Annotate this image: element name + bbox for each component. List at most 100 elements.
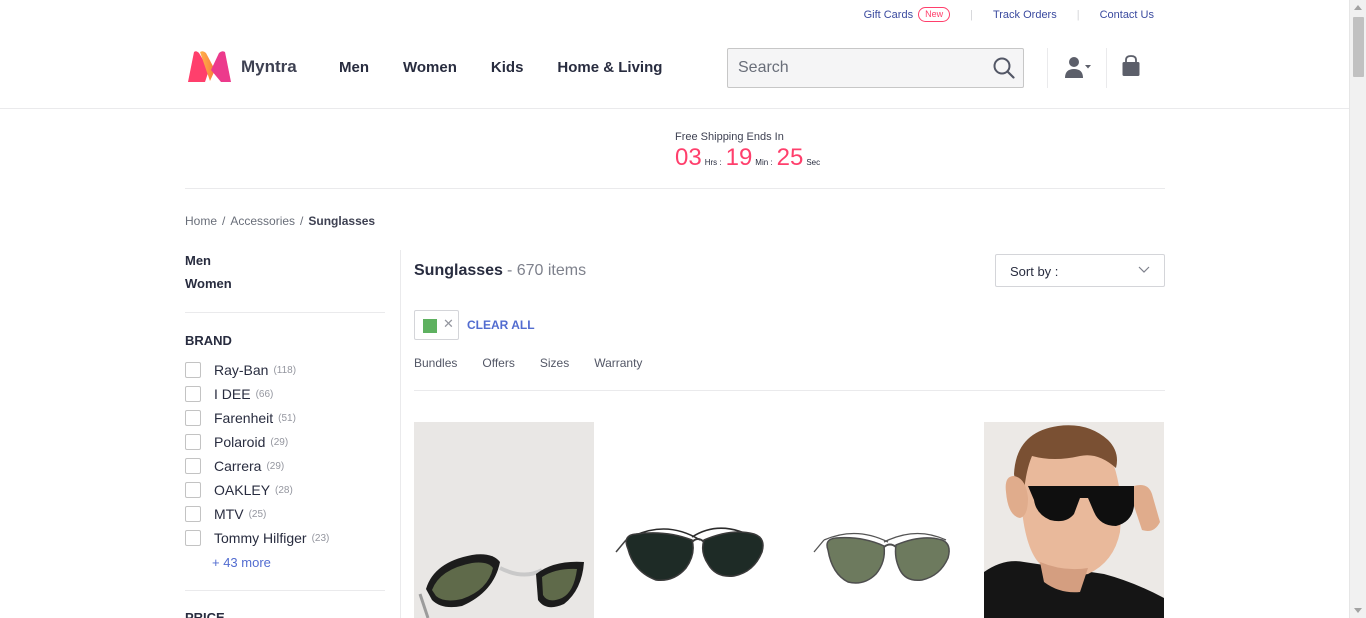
top-divider: | [970, 8, 973, 21]
timer-seconds: 25 [776, 144, 804, 171]
top-divider: | [1076, 8, 1080, 21]
remove-filter-icon[interactable]: ✕ [443, 316, 454, 332]
profile-icon[interactable] [1064, 56, 1094, 80]
brand-checkbox[interactable] [185, 530, 201, 546]
filter-sizes[interactable]: Sizes [540, 356, 569, 370]
price-filter-title: PRICE [185, 610, 225, 618]
filter-warranty[interactable]: Warranty [594, 356, 642, 370]
brand-label: MTV [214, 506, 244, 522]
breadcrumb-home[interactable]: Home [185, 214, 217, 228]
brand-option[interactable]: Carrera (29) [185, 454, 329, 478]
more-brands-link[interactable]: + 43 more [212, 555, 271, 570]
brand-option[interactable]: I DEE (66) [185, 382, 329, 406]
bag-icon[interactable] [1121, 55, 1141, 77]
product-image [984, 422, 1164, 618]
breadcrumb-current: Sunglasses [308, 214, 376, 228]
product-card[interactable] [414, 422, 594, 618]
sidebar-divider [185, 590, 385, 591]
brand-checkbox[interactable] [185, 434, 201, 450]
top-links: Gift Cards New | Track Orders | Contact … [864, 7, 1154, 22]
brand-option[interactable]: Farenheit (51) [185, 406, 329, 430]
brand-count: (23) [311, 532, 330, 544]
gender-women[interactable]: Women [185, 276, 385, 291]
brand-count: (51) [278, 412, 296, 424]
brand-label: I DEE [214, 386, 251, 402]
category-title: Sunglasses [414, 262, 503, 279]
brand-checkbox[interactable] [185, 362, 201, 378]
brand-label: Polaroid [214, 434, 266, 450]
timer-hours-unit: Hrs : [704, 158, 722, 167]
filter-bundles[interactable]: Bundles [414, 356, 457, 370]
free-shipping-banner: Free Shipping Ends In 03 Hrs : 19 Min : … [675, 131, 824, 172]
brand-label: Tommy Hilfiger [214, 530, 307, 546]
breadcrumb-sep: / [222, 214, 226, 228]
product-card[interactable] [794, 422, 974, 618]
track-orders-link[interactable]: Track Orders [993, 9, 1057, 21]
brand-checkbox[interactable] [185, 506, 201, 522]
breadcrumb-accessories[interactable]: Accessories [230, 214, 295, 228]
site-header: Gift Cards New | Track Orders | Contact … [0, 0, 1349, 109]
product-image [414, 422, 594, 618]
gift-cards-label: Gift Cards [863, 8, 914, 21]
gender-filter: Men Women [185, 253, 385, 299]
gender-men[interactable]: Men [185, 253, 385, 268]
brand-option[interactable]: Polaroid (29) [185, 430, 329, 454]
brand-count: (66) [255, 388, 274, 400]
brand-checkbox[interactable] [185, 386, 201, 402]
brand-option[interactable]: Ray-Ban (118) [185, 358, 329, 382]
filters-divider [414, 390, 1165, 391]
contact-us-link[interactable]: Contact Us [1100, 9, 1154, 21]
sidebar-divider [185, 312, 385, 313]
brand-count: (29) [270, 436, 289, 448]
brand-filter-title: BRAND [185, 333, 232, 348]
brand-label: Carrera [214, 458, 262, 474]
myntra-logo-icon [188, 51, 231, 82]
brand-count: (29) [266, 460, 285, 472]
product-card[interactable] [604, 422, 784, 618]
brand-count: (25) [248, 508, 267, 520]
timer-minutes-unit: Min : [755, 158, 773, 167]
brand-option[interactable]: OAKLEY (28) [185, 478, 329, 502]
header-divider [1106, 48, 1107, 88]
breadcrumb-sep: / [300, 214, 304, 228]
search-icon[interactable] [993, 57, 1015, 79]
chevron-down-icon [1138, 266, 1150, 273]
applied-color-filter[interactable]: ✕ [414, 310, 459, 340]
brand-filter-list: Ray-Ban (118) I DEE (66) Farenheit (51) Pol… [185, 358, 329, 550]
brand-label: Ray-Ban [214, 362, 269, 378]
vertical-scrollbar[interactable] [1349, 0, 1366, 618]
brand-checkbox[interactable] [185, 458, 201, 474]
clear-all-button[interactable]: CLEAR ALL [467, 318, 535, 332]
sort-label: Sort by : [1010, 264, 1059, 279]
filter-offers[interactable]: Offers [482, 356, 514, 370]
scroll-up-arrow-icon[interactable] [1354, 5, 1362, 10]
nav-home-living[interactable]: Home & Living [557, 59, 662, 76]
page-title: Sunglasses - 670 items [414, 262, 586, 280]
brand-option[interactable]: Tommy Hilfiger (23) [185, 526, 329, 550]
countdown-timer: 03 Hrs : 19 Min : 25 Sec [675, 144, 824, 172]
scrollbar-thumb[interactable] [1353, 17, 1364, 77]
timer-hours: 03 [675, 144, 702, 171]
sort-dropdown[interactable]: Sort by : [995, 254, 1165, 287]
search-input[interactable] [728, 49, 978, 87]
product-card[interactable] [984, 422, 1164, 618]
brand-option[interactable]: MTV (25) [185, 502, 329, 526]
horizontal-filters: Bundles Offers Sizes Warranty [414, 356, 667, 370]
main-nav: Men Women Kids Home & Living [339, 59, 696, 76]
gift-cards-link[interactable]: Gift Cards [864, 9, 914, 21]
myntra-logo[interactable]: Myntra [186, 50, 297, 83]
nav-men[interactable]: Men [339, 59, 369, 76]
brand-checkbox[interactable] [185, 410, 201, 426]
scroll-down-arrow-icon[interactable] [1354, 608, 1362, 613]
brand-label: Farenheit [214, 410, 274, 426]
timer-minutes: 19 [725, 144, 753, 171]
brand-label: OAKLEY [214, 482, 271, 498]
sidebar-separator [400, 250, 401, 618]
brand-name: Myntra [241, 56, 297, 76]
header-divider [1047, 48, 1048, 88]
nav-women[interactable]: Women [403, 59, 457, 76]
nav-kids[interactable]: Kids [491, 59, 524, 76]
brand-checkbox[interactable] [185, 482, 201, 498]
timer-seconds-unit: Sec [806, 158, 821, 167]
banner-title: Free Shipping Ends In [675, 131, 784, 143]
